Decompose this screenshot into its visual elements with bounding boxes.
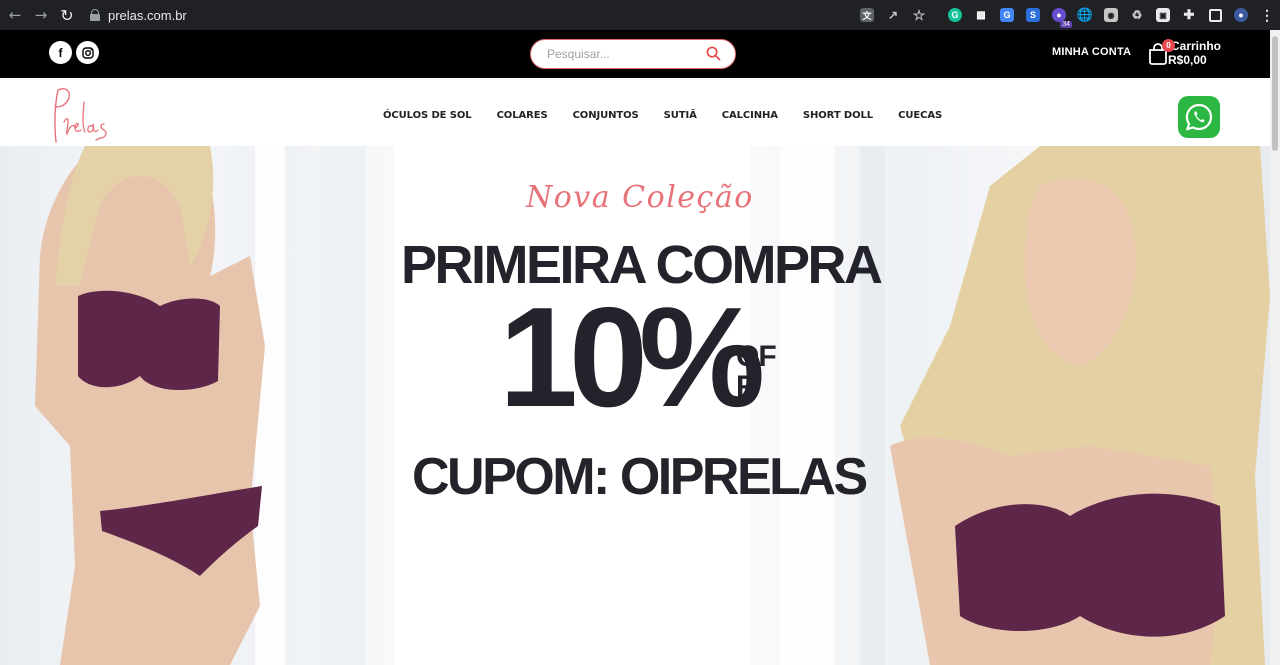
google-translate-icon[interactable]: G bbox=[994, 0, 1020, 30]
back-icon[interactable]: ← bbox=[2, 0, 28, 30]
hero-banner[interactable]: Nova Coleção PRIMEIRA COMPRA 10% OFF CUP… bbox=[0, 146, 1270, 665]
my-account-link[interactable]: MINHA CONTA bbox=[1052, 46, 1131, 58]
hero-model-photo-left bbox=[0, 146, 395, 665]
browser-toolbar: ← → ↻ prelas.com.br 文 ↗ ☆ G ▩ G S ● 34 🌐 … bbox=[0, 0, 1280, 30]
facebook-icon[interactable]: f bbox=[49, 41, 72, 64]
s-extension-icon[interactable]: S bbox=[1020, 0, 1046, 30]
search-box[interactable] bbox=[530, 39, 736, 69]
extensions-bar: 文 ↗ ☆ G ▩ G S ● 34 🌐 ◉ ♻ ▣ ✚ ● ⋮ bbox=[854, 0, 1280, 30]
nav-item-cuecas[interactable]: CUECAS bbox=[898, 110, 942, 121]
camera-icon[interactable]: ◉ bbox=[1098, 0, 1124, 30]
profile-avatar[interactable]: ● bbox=[1228, 0, 1254, 30]
whatsapp-icon bbox=[1185, 103, 1213, 131]
nav-item-short-doll[interactable]: SHORT DOLL bbox=[803, 110, 873, 121]
share-icon[interactable]: ↗ bbox=[880, 0, 906, 30]
reload-icon[interactable]: ↻ bbox=[54, 0, 80, 30]
forward-icon[interactable]: → bbox=[28, 0, 54, 30]
hero-model-photo-right bbox=[750, 146, 1270, 665]
hero-discount: 10% bbox=[499, 278, 765, 437]
badge-extension-icon[interactable]: ● 34 bbox=[1046, 0, 1072, 30]
prelas-logo[interactable] bbox=[46, 82, 114, 146]
screen-icon[interactable]: ▣ bbox=[1150, 0, 1176, 30]
url-text: prelas.com.br bbox=[108, 7, 187, 23]
lock-icon bbox=[90, 9, 100, 21]
nav-item-colares[interactable]: COLARES bbox=[497, 110, 548, 121]
instagram-icon[interactable] bbox=[76, 41, 99, 64]
puzzle-icon[interactable]: ✚ bbox=[1176, 0, 1202, 30]
search-input[interactable] bbox=[547, 47, 697, 61]
main-nav: ÓCULOS DE SOL COLARES CONJUNTOS SUTIÃ CA… bbox=[383, 110, 967, 121]
cart-total[interactable]: R$0,00 bbox=[1168, 53, 1207, 67]
cast-icon[interactable]: ▩ bbox=[968, 0, 994, 30]
hero-off-label: OFF bbox=[736, 340, 777, 403]
menu-kebab-icon[interactable]: ⋮ bbox=[1254, 0, 1280, 30]
bookmark-star-icon[interactable]: ☆ bbox=[906, 0, 932, 30]
globe-icon[interactable]: 🌐 bbox=[1072, 0, 1098, 30]
cart-label[interactable]: Carrinho bbox=[1171, 39, 1221, 53]
site-header: ÓCULOS DE SOL COLARES CONJUNTOS SUTIÃ CA… bbox=[0, 78, 1270, 146]
cart-count-badge: 0 bbox=[1162, 39, 1175, 52]
sidepanel-icon[interactable] bbox=[1202, 0, 1228, 30]
hero-coupon-code: CUPOM: OIPRELAS bbox=[412, 448, 868, 506]
search-icon[interactable] bbox=[706, 46, 721, 61]
top-bar: f MINHA CONTA Carrinho 0 R$0,00 bbox=[0, 30, 1270, 78]
nav-item-sutia[interactable]: SUTIÃ bbox=[664, 110, 697, 121]
translate-icon[interactable]: 文 bbox=[854, 0, 880, 30]
recycle-icon[interactable]: ♻ bbox=[1124, 0, 1150, 30]
nav-item-oculos[interactable]: ÓCULOS DE SOL bbox=[383, 110, 472, 121]
scrollbar-thumb[interactable] bbox=[1272, 36, 1278, 151]
whatsapp-button[interactable] bbox=[1178, 96, 1220, 138]
hero-subtitle: Nova Coleção bbox=[526, 180, 754, 215]
grammarly-icon[interactable]: G bbox=[942, 0, 968, 30]
page-scrollbar[interactable] bbox=[1270, 30, 1280, 665]
address-bar[interactable]: prelas.com.br bbox=[84, 3, 854, 27]
nav-item-conjuntos[interactable]: CONJUNTOS bbox=[573, 110, 639, 121]
nav-item-calcinha[interactable]: CALCINHA bbox=[722, 110, 778, 121]
